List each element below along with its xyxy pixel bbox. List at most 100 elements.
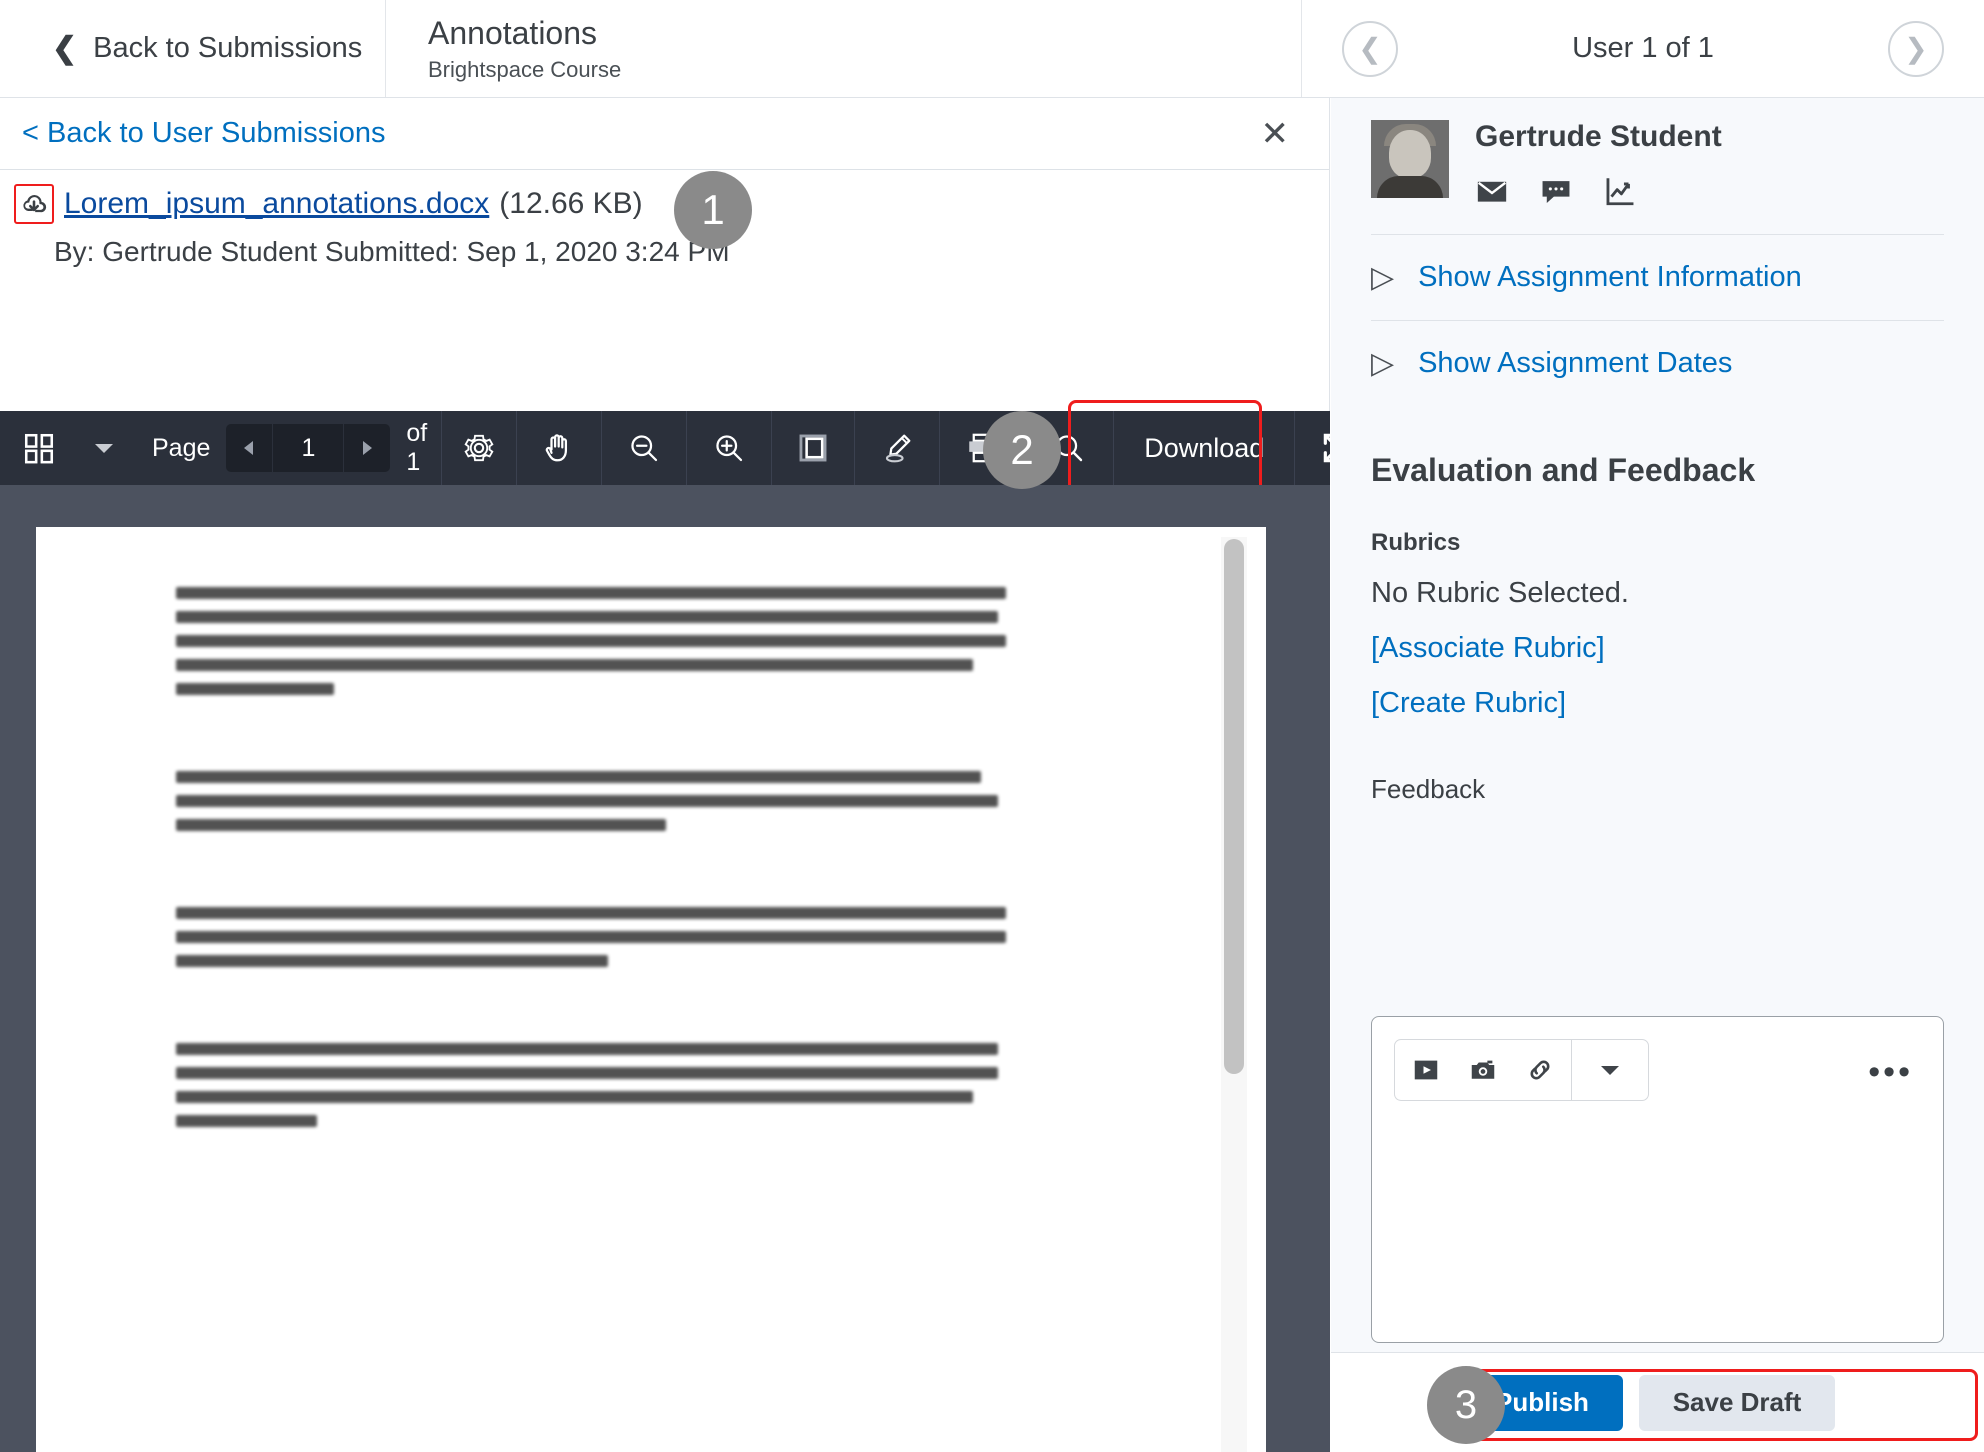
email-icon[interactable] xyxy=(1475,174,1509,208)
document-paragraph xyxy=(176,1043,1006,1127)
hand-icon xyxy=(545,434,568,462)
next-page-button[interactable] xyxy=(344,424,391,472)
user-count-label: User 1 of 1 xyxy=(1572,32,1714,64)
student-name: Gertrude Student xyxy=(1475,120,1722,153)
feedback-textarea[interactable] xyxy=(1394,1123,1921,1324)
editor-insert-group xyxy=(1395,1040,1571,1100)
caret-down-icon xyxy=(95,444,113,453)
ellipsis-icon[interactable]: ••• xyxy=(1868,1055,1913,1089)
zoom-in-icon xyxy=(716,435,743,462)
avatar-face xyxy=(1389,130,1431,178)
user-pager: ❮ User 1 of 1 ❯ xyxy=(1302,0,1984,97)
show-assignment-dates-toggle[interactable]: ▷ Show Assignment Dates xyxy=(1331,321,1984,406)
previous-page-button[interactable] xyxy=(226,424,273,472)
feedback-editor-toolbar xyxy=(1394,1039,1649,1101)
evaluation-sidebar: Gertrude Student ▷ Show Assignment Infor… xyxy=(1331,98,1984,1452)
page-layout-icon xyxy=(799,434,827,462)
document-viewer-toolbar: Page 1 of 1 Download xyxy=(0,411,1353,485)
camera-image-icon[interactable] xyxy=(1467,1055,1499,1085)
document-paragraph xyxy=(176,587,1006,695)
triangle-right-icon xyxy=(363,441,373,455)
page-total-text: of 1 xyxy=(406,419,428,476)
associate-rubric-link[interactable]: [Associate Rubric] xyxy=(1331,610,1984,665)
document-scrollbar-thumb[interactable] xyxy=(1224,539,1244,1074)
document-paragraph xyxy=(176,907,1006,967)
student-action-icons xyxy=(1475,174,1722,208)
page-layout-button[interactable] xyxy=(772,411,856,485)
callout-badge-3: 3 xyxy=(1427,1366,1505,1444)
next-user-button[interactable]: ❯ xyxy=(1888,20,1944,77)
grid-thumbnails-icon xyxy=(24,433,54,464)
download-file-button[interactable] xyxy=(14,184,54,224)
close-icon[interactable]: ✕ xyxy=(1261,117,1290,151)
viewer-settings-button[interactable] xyxy=(442,411,518,485)
create-rubric-link[interactable]: [Create Rubric] xyxy=(1331,665,1984,720)
avatar-body xyxy=(1377,176,1443,198)
callout-badge-2: 2 xyxy=(983,411,1061,489)
highlighter-button[interactable] xyxy=(855,411,941,485)
triangle-right-icon: ▷ xyxy=(1371,346,1395,380)
show-assignment-information-label: Show Assignment Information xyxy=(1418,261,1802,293)
callout-badge-1: 1 xyxy=(674,171,752,249)
triangle-right-icon: ▷ xyxy=(1371,260,1395,294)
progress-chart-icon[interactable] xyxy=(1603,174,1637,208)
pan-tool-button[interactable] xyxy=(517,411,603,485)
save-draft-button[interactable]: Save Draft xyxy=(1639,1374,1835,1431)
message-icon[interactable] xyxy=(1539,174,1573,208)
back-to-submissions-label: Back to Submissions xyxy=(93,32,363,64)
rubrics-label: Rubrics xyxy=(1371,529,1461,556)
top-header-bar: ❮ Back to Submissions Annotations Bright… xyxy=(0,0,1984,98)
student-info: Gertrude Student xyxy=(1475,120,1722,208)
editor-more-options-button[interactable] xyxy=(1572,1040,1648,1100)
insert-media-icon[interactable] xyxy=(1411,1055,1441,1085)
file-line: Lorem_ipsum_annotations.docx (12.66 KB) xyxy=(0,184,1329,224)
triangle-left-icon xyxy=(244,441,254,455)
thumbnails-button[interactable] xyxy=(0,411,70,485)
submission-byline: By: Gertrude Student Submitted: Sep 1, 2… xyxy=(54,236,730,267)
course-name: Brightspace Course xyxy=(428,57,622,83)
file-name-link[interactable]: Lorem_ipsum_annotations.docx xyxy=(64,187,489,221)
gear-icon xyxy=(464,434,494,462)
document-paragraph xyxy=(176,771,1006,831)
page-title: Annotations xyxy=(428,14,598,51)
chevron-left-circle-icon: ❮ xyxy=(1358,33,1382,64)
document-page xyxy=(36,527,1266,1452)
page-label: Page xyxy=(138,411,226,485)
previous-user-button[interactable]: ❮ xyxy=(1342,20,1398,77)
submission-back-row: < Back to User Submissions ✕ xyxy=(0,98,1329,170)
evaluation-section-title: Evaluation and Feedback xyxy=(1371,452,1756,488)
feedback-editor[interactable]: ••• xyxy=(1371,1016,1944,1343)
submission-document-panel: < Back to User Submissions ✕ Lorem_ipsum… xyxy=(0,98,1353,1452)
file-size-label: (12.66 KB) xyxy=(499,187,643,220)
page-label-text: Page xyxy=(152,433,211,462)
page-total-label: of 1 xyxy=(390,411,443,485)
document-viewport xyxy=(0,485,1330,1452)
page-stepper: 1 xyxy=(226,411,391,485)
avatar xyxy=(1371,120,1449,198)
link-icon[interactable] xyxy=(1525,1055,1555,1085)
pen-highlighter-icon xyxy=(886,434,911,463)
no-rubric-text: No Rubric Selected. xyxy=(1371,577,1629,609)
thumbnails-dropdown-button[interactable] xyxy=(70,411,138,485)
back-to-submissions-button[interactable]: ❮ Back to Submissions xyxy=(0,0,386,97)
header-title-block: Annotations Brightspace Course xyxy=(386,0,1302,97)
annotations-grading-screen: ❮ Back to Submissions Annotations Bright… xyxy=(0,0,1984,1452)
zoom-in-button[interactable] xyxy=(687,411,773,485)
caret-down-icon xyxy=(1601,1066,1619,1075)
chevron-left-icon: ❮ xyxy=(52,31,78,65)
document-scrollbar[interactable] xyxy=(1221,537,1247,1452)
back-to-user-submissions-link[interactable]: < Back to User Submissions xyxy=(22,117,385,150)
page-number-input[interactable]: 1 xyxy=(272,424,345,472)
zoom-out-icon xyxy=(631,435,658,462)
feedback-label: Feedback xyxy=(1371,774,1486,804)
download-button-label: Download xyxy=(1144,432,1265,463)
show-assignment-dates-label: Show Assignment Dates xyxy=(1418,347,1733,379)
file-info-block: Lorem_ipsum_annotations.docx (12.66 KB) … xyxy=(0,170,1329,268)
zoom-out-button[interactable] xyxy=(602,411,688,485)
download-button[interactable]: Download xyxy=(1114,411,1296,485)
download-cloud-icon xyxy=(23,195,47,213)
document-text-body xyxy=(176,587,1006,1203)
chevron-right-circle-icon: ❯ xyxy=(1904,33,1928,64)
show-assignment-information-toggle[interactable]: ▷ Show Assignment Information xyxy=(1331,235,1984,320)
student-header: Gertrude Student xyxy=(1331,98,1984,208)
